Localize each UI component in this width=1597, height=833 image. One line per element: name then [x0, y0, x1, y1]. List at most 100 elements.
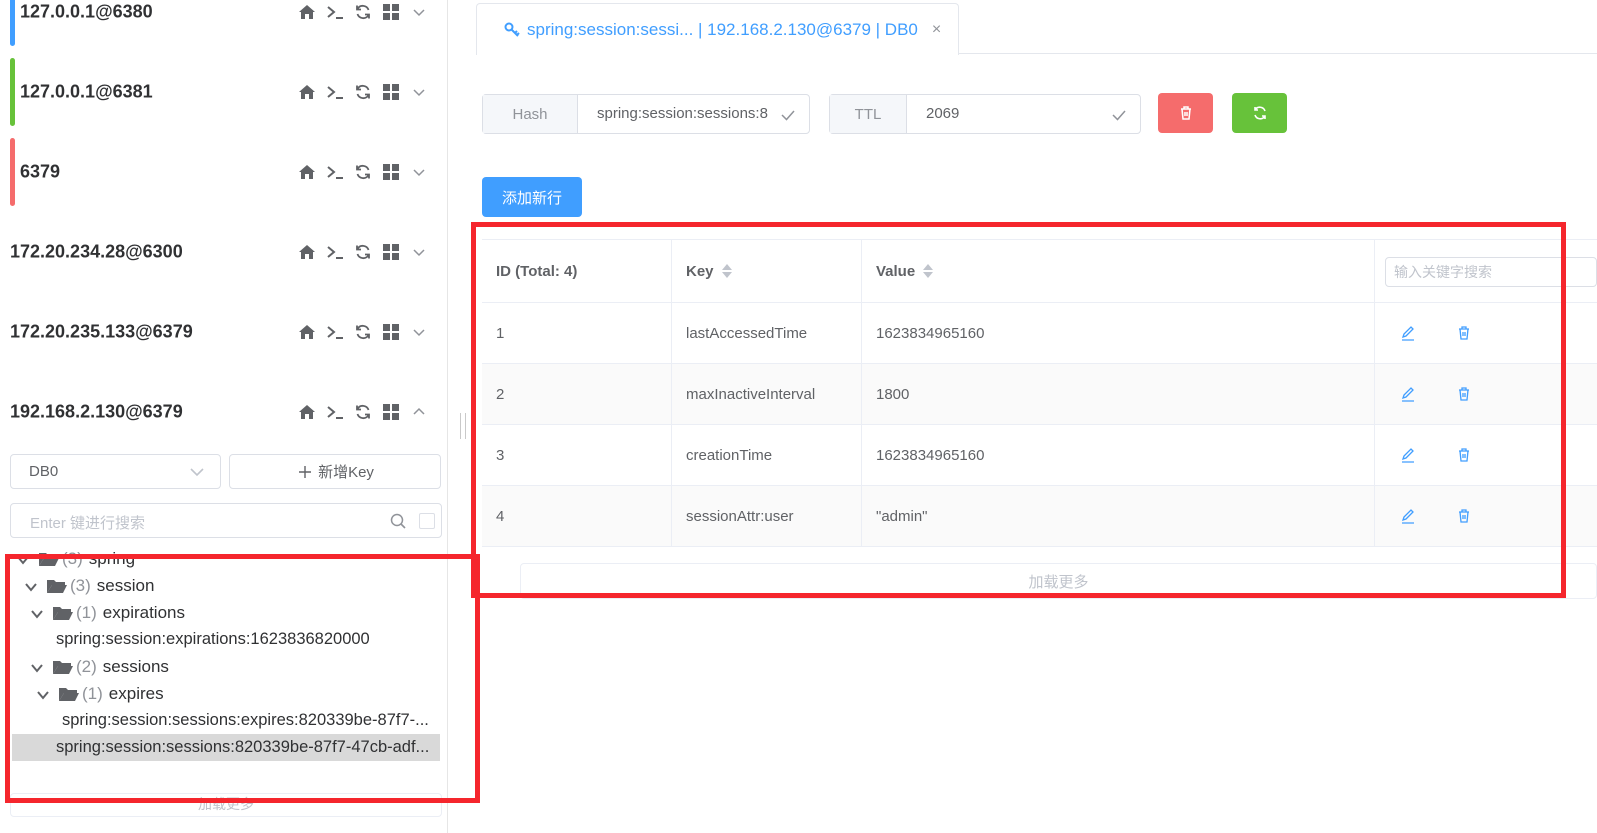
edit-icon[interactable]: [1399, 385, 1417, 403]
home-icon[interactable]: [298, 83, 316, 101]
edit-icon[interactable]: [1399, 324, 1417, 342]
chevron-down-icon[interactable]: [410, 323, 428, 341]
home-icon[interactable]: [298, 403, 316, 421]
edit-icon[interactable]: [1399, 507, 1417, 525]
check-icon[interactable]: [1110, 106, 1128, 124]
tree-folder-spring[interactable]: (3) spring: [16, 545, 135, 572]
terminal-icon[interactable]: [326, 403, 344, 421]
chevron-down-icon[interactable]: [30, 606, 44, 620]
search-icon[interactable]: [389, 512, 407, 530]
terminal-icon[interactable]: [326, 83, 344, 101]
connection-actions: [298, 3, 428, 21]
cell-value: 1623834965160: [862, 303, 1375, 363]
connection-item[interactable]: 127.0.0.1@6380: [0, 0, 448, 46]
add-row-button[interactable]: 添加新行: [482, 177, 582, 217]
trash-icon[interactable]: [1455, 385, 1473, 403]
grid-icon[interactable]: [382, 83, 400, 101]
folder-open-icon: [52, 604, 74, 622]
ttl-input[interactable]: 2069: [907, 95, 1140, 133]
connection-item-active[interactable]: 192.168.2.130@6379: [0, 378, 448, 446]
tree-leaf-key-selected[interactable]: spring:session:sessions:820339be-87f7-47…: [12, 734, 440, 761]
grid-icon[interactable]: [382, 323, 400, 341]
connection-name: 127.0.0.1@6381: [20, 81, 153, 102]
sort-icon[interactable]: [721, 264, 732, 278]
tree-leaf-key[interactable]: spring:session:expirations:1623836820000: [56, 626, 436, 653]
trash-icon[interactable]: [1455, 446, 1473, 464]
table-load-more-button[interactable]: 加载更多: [520, 563, 1597, 599]
column-header-key[interactable]: Key: [672, 240, 862, 302]
refresh-icon[interactable]: [354, 3, 372, 21]
connection-sidebar: 127.0.0.1@6380 127.0.0.1@6381 6379 172.2…: [0, 0, 448, 833]
home-icon[interactable]: [298, 243, 316, 261]
grid-icon[interactable]: [382, 3, 400, 21]
home-icon[interactable]: [298, 323, 316, 341]
delete-key-button[interactable]: [1158, 93, 1213, 133]
terminal-icon[interactable]: [326, 3, 344, 21]
refresh-icon[interactable]: [354, 403, 372, 421]
key-type-label: Hash: [483, 95, 578, 133]
grid-icon[interactable]: [382, 163, 400, 181]
chevron-down-icon[interactable]: [410, 243, 428, 261]
edit-icon[interactable]: [1399, 446, 1417, 464]
key-name-input[interactable]: spring:session:sessions:8: [578, 95, 809, 133]
chevron-down-icon[interactable]: [16, 552, 30, 566]
trash-icon[interactable]: [1455, 324, 1473, 342]
trash-icon[interactable]: [1455, 507, 1473, 525]
terminal-icon[interactable]: [326, 323, 344, 341]
trash-icon: [1177, 104, 1195, 122]
new-key-button-label: 新增Key: [318, 464, 374, 481]
chevron-down-icon[interactable]: [30, 660, 44, 674]
close-icon[interactable]: ×: [932, 21, 941, 39]
connection-item[interactable]: 172.20.234.28@6300: [0, 218, 448, 286]
connection-color-bar: [10, 0, 15, 46]
terminal-icon[interactable]: [326, 243, 344, 261]
terminal-icon[interactable]: [326, 163, 344, 181]
grid-icon[interactable]: [382, 403, 400, 421]
refresh-key-button[interactable]: [1232, 93, 1287, 133]
connection-item[interactable]: 6379: [0, 138, 448, 206]
new-key-button[interactable]: 新增Key: [229, 454, 441, 489]
tab-bar-divider: [959, 53, 1597, 54]
check-icon[interactable]: [779, 106, 797, 124]
connection-item[interactable]: 172.20.235.133@6379: [0, 298, 448, 366]
connection-item[interactable]: 127.0.0.1@6381: [0, 58, 448, 126]
sort-icon[interactable]: [923, 264, 934, 278]
chevron-down-icon[interactable]: [410, 3, 428, 21]
folder-open-icon: [46, 577, 68, 595]
exact-search-checkbox[interactable]: [419, 513, 435, 529]
tree-folder-expires[interactable]: (1) expires: [36, 680, 164, 707]
table-header: ID (Total: 4) Key Value 输入关键字搜索: [482, 239, 1597, 303]
ttl-label: TTL: [830, 95, 907, 133]
tree-folder-sessions[interactable]: (2) sessions: [30, 653, 169, 680]
tree-leaf-key[interactable]: spring:session:sessions:expires:820339be…: [62, 707, 438, 734]
connection-actions: [298, 83, 428, 101]
tab-key-detail[interactable]: spring:session:sessi... | 192.168.2.130@…: [476, 3, 959, 55]
refresh-icon[interactable]: [354, 323, 372, 341]
chevron-up-icon[interactable]: [410, 403, 428, 421]
refresh-icon[interactable]: [354, 163, 372, 181]
key-search-input[interactable]: Enter 键进行搜索: [10, 503, 442, 538]
tree-folder-expirations[interactable]: (1) expirations: [30, 599, 185, 626]
chevron-down-icon[interactable]: [36, 687, 50, 701]
refresh-icon[interactable]: [354, 243, 372, 261]
chevron-down-icon[interactable]: [410, 83, 428, 101]
tree-load-more-button[interactable]: 加载更多: [10, 793, 442, 817]
row-actions: [1375, 364, 1595, 424]
connection-name: 172.20.234.28@6300: [10, 241, 183, 262]
connection-actions: [298, 243, 428, 261]
tree-folder-session[interactable]: (3) session: [24, 572, 154, 599]
table-search-input[interactable]: 输入关键字搜索: [1385, 257, 1597, 287]
cell-value: 1800: [862, 364, 1375, 424]
grid-icon[interactable]: [382, 243, 400, 261]
row-actions: [1375, 303, 1595, 363]
column-header-value[interactable]: Value: [862, 240, 1375, 302]
chevron-down-icon[interactable]: [410, 163, 428, 181]
db-select[interactable]: DB0: [10, 454, 221, 489]
refresh-icon: [1251, 104, 1269, 122]
home-icon[interactable]: [298, 3, 316, 21]
refresh-icon[interactable]: [354, 83, 372, 101]
chevron-down-icon[interactable]: [24, 579, 38, 593]
connection-name: 172.20.235.133@6379: [10, 321, 193, 342]
home-icon[interactable]: [298, 163, 316, 181]
resize-handle[interactable]: [460, 413, 466, 439]
